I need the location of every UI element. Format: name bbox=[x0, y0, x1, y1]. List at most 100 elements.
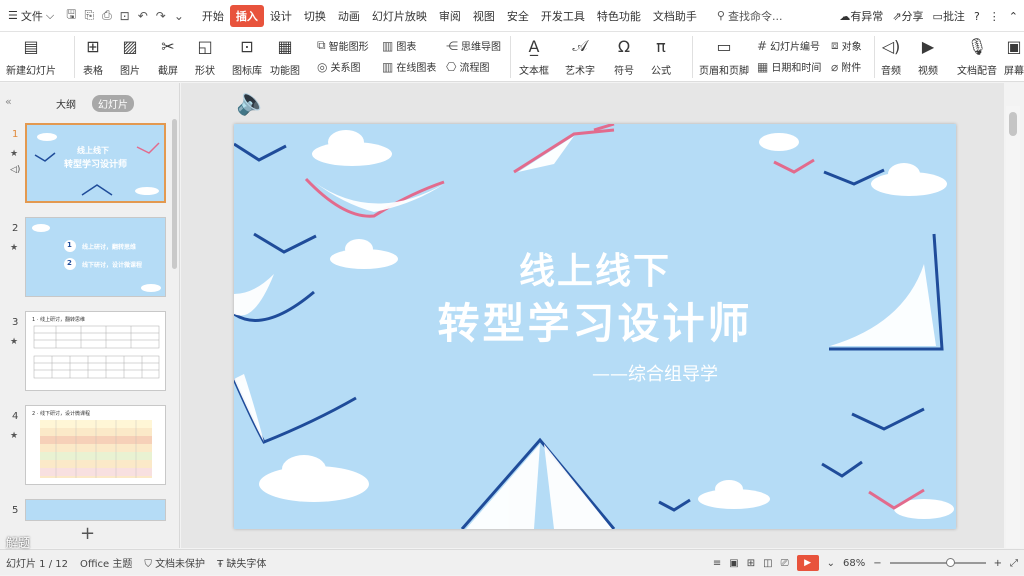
slide-thumbnail-3[interactable]: 1 · 线上研讨，翻转思维 bbox=[25, 311, 166, 391]
voiceover-button[interactable]: 🎙 文档配音 bbox=[957, 36, 997, 78]
slide-title-line2[interactable]: 转型学习设计师 bbox=[234, 290, 956, 351]
slides-panel: « 大纲 幻灯片 1 ★ ◁) 线上线下 转型学习设计师 2 ★ 1 2 线上研… bbox=[0, 83, 180, 548]
audio-button[interactable]: ◁) 音频 bbox=[880, 36, 902, 78]
slide-sorter-icon[interactable]: ⊞ bbox=[747, 558, 755, 569]
tab-slideshow[interactable]: 幻灯片放映 bbox=[366, 5, 433, 27]
zoom-value[interactable]: 68% bbox=[843, 558, 865, 569]
flowchart-button[interactable]: ⎔ 流程图 bbox=[446, 59, 489, 75]
chart-button[interactable]: ▥ 图表 bbox=[382, 38, 416, 54]
new-slide-button[interactable]: ▤ 新建幻灯片 bbox=[6, 36, 56, 78]
abnormal-button[interactable]: ☁有异常 bbox=[839, 8, 883, 24]
function-chart-button[interactable]: ▦ 功能图 bbox=[270, 36, 300, 78]
tab-doc-assistant[interactable]: 文档助手 bbox=[647, 5, 703, 27]
new-slide-icon: ▤ bbox=[23, 36, 39, 56]
export-pdf-icon[interactable]: ⎘ bbox=[84, 8, 94, 23]
watermark-text: 解题 bbox=[6, 536, 31, 550]
fit-window-icon[interactable]: ⤢ bbox=[1010, 558, 1018, 569]
tab-animation[interactable]: 动画 bbox=[332, 5, 366, 27]
screenshot-button[interactable]: ✂ 截屏 bbox=[157, 36, 179, 78]
tab-security[interactable]: 安全 bbox=[501, 5, 535, 27]
redo-icon[interactable]: ↷ bbox=[156, 9, 166, 23]
preview-icon[interactable]: ⊡ bbox=[120, 9, 130, 23]
shape-button[interactable]: ◱ 形状 bbox=[194, 36, 216, 78]
icon-library-button[interactable]: ⊡ 图标库 bbox=[232, 36, 262, 78]
comment-button[interactable]: ▭批注 bbox=[933, 8, 965, 24]
tab-features[interactable]: 特色功能 bbox=[591, 5, 647, 27]
calendar-icon: ▦ bbox=[757, 59, 769, 74]
attachment-button[interactable]: ⌀ 附件 bbox=[831, 59, 861, 75]
table-button[interactable]: ⊞ 表格 bbox=[82, 36, 104, 78]
textbox-button[interactable]: A̲ 文本框 bbox=[519, 36, 549, 78]
slide-thumbnail-1[interactable]: 线上线下 转型学习设计师 bbox=[25, 123, 166, 203]
share-button[interactable]: ⇗分享 bbox=[892, 8, 923, 24]
paperclip-icon: ⌀ bbox=[831, 59, 839, 74]
thumbnail-table bbox=[33, 325, 160, 379]
canvas-scrollbar[interactable] bbox=[1006, 106, 1020, 548]
slide-number-button[interactable]: # 幻灯片编号 bbox=[757, 38, 820, 54]
collapse-ribbon-icon[interactable]: ⌃ bbox=[1009, 10, 1018, 23]
tab-insert[interactable]: 插入 bbox=[229, 4, 264, 27]
play-slideshow-button[interactable]: ▶ bbox=[796, 555, 819, 571]
relation-label: 关系图 bbox=[330, 63, 361, 74]
thumb-item-1: 线上研讨，翻转思维 bbox=[82, 244, 137, 251]
slide-subtitle[interactable]: ——综合组导学 bbox=[592, 360, 718, 386]
tab-transition[interactable]: 切换 bbox=[298, 5, 332, 27]
omega-icon: Ω bbox=[617, 36, 631, 56]
help-icon[interactable]: ? bbox=[974, 10, 980, 23]
tab-home[interactable]: 开始 bbox=[196, 5, 230, 27]
picture-button[interactable]: ▨ 图片 bbox=[119, 36, 141, 78]
missing-font[interactable]: Ŧ 缺失字体 bbox=[217, 555, 266, 570]
screen-record-button[interactable]: ▣ 屏幕 bbox=[1003, 36, 1024, 78]
current-slide[interactable]: 线上线下 转型学习设计师 ——综合组导学 bbox=[234, 124, 956, 529]
presenter-view-icon[interactable]: ⎚ bbox=[781, 558, 789, 569]
zoom-out-icon[interactable]: − bbox=[873, 558, 881, 569]
slide-title-line1[interactable]: 线上线下 bbox=[234, 242, 956, 294]
more-icon[interactable]: ⋮ bbox=[989, 10, 1000, 23]
video-button[interactable]: ▶ 视频 bbox=[917, 36, 939, 78]
doc-status[interactable]: ⛉ 文档未保护 bbox=[144, 555, 205, 570]
slide-number: 5 bbox=[12, 505, 19, 516]
zoom-slider[interactable] bbox=[889, 558, 986, 567]
slide-thumbnail-2[interactable]: 1 2 线上研讨，翻转思维 线下研讨，设计微课程 bbox=[25, 217, 166, 297]
audio-label: 音频 bbox=[881, 66, 901, 77]
slide-thumbnail-4[interactable]: 2 · 线下研讨，设计微课程 bbox=[25, 405, 166, 485]
thumbnail-table bbox=[40, 420, 152, 478]
divider bbox=[874, 36, 875, 78]
tab-review[interactable]: 审阅 bbox=[433, 5, 467, 27]
formula-button[interactable]: π 公式 bbox=[650, 36, 672, 78]
tab-view[interactable]: 视图 bbox=[467, 5, 501, 27]
tab-design[interactable]: 设计 bbox=[264, 5, 298, 27]
tab-outline[interactable]: 大纲 bbox=[50, 95, 82, 112]
add-slide-icon[interactable]: + bbox=[80, 523, 95, 544]
undo-icon[interactable]: ↶ bbox=[138, 9, 148, 23]
command-search[interactable]: ⚲ 查找命令... bbox=[717, 8, 783, 24]
customize-icon[interactable]: ⌄ bbox=[174, 9, 184, 23]
reading-view-icon[interactable]: ◫ bbox=[763, 558, 772, 569]
zoom-slider-knob[interactable] bbox=[945, 558, 955, 567]
audio-speaker-icon[interactable]: 🔈 bbox=[236, 87, 268, 117]
play-options-icon[interactable]: ⌄ bbox=[827, 558, 835, 569]
datetime-button[interactable]: ▦ 日期和时间 bbox=[757, 59, 821, 75]
file-menu[interactable]: ☰ 文件 ⌵ bbox=[0, 0, 60, 32]
scrollbar-thumb[interactable] bbox=[1009, 112, 1017, 136]
collapse-panel-icon[interactable]: « bbox=[5, 95, 12, 108]
mindmap-button[interactable]: ⋲ 思维导图 bbox=[446, 38, 501, 54]
function-chart-label: 功能图 bbox=[270, 66, 300, 77]
symbol-button[interactable]: Ω 符号 bbox=[613, 36, 635, 78]
zoom-in-icon[interactable]: + bbox=[994, 558, 1002, 569]
print-icon[interactable]: ⎙ bbox=[102, 8, 112, 23]
smart-shape-button[interactable]: ⧉ 智能图形 bbox=[317, 38, 369, 53]
status-bar: 幻灯片 1 / 12 Office 主题 ⛉ 文档未保护 Ŧ 缺失字体 ≡ ▣ … bbox=[0, 549, 1024, 575]
online-chart-button[interactable]: ▥ 在线图表 bbox=[382, 59, 436, 75]
notes-toggle-icon[interactable]: ≡ bbox=[713, 558, 721, 569]
tab-slides[interactable]: 幻灯片 bbox=[92, 95, 134, 112]
art-text-button[interactable]: 𝒜 艺术字 bbox=[565, 36, 595, 77]
object-button[interactable]: ⧈ 对象 bbox=[831, 38, 862, 53]
slide-thumbnail-5[interactable] bbox=[25, 499, 166, 521]
normal-view-icon[interactable]: ▣ bbox=[729, 558, 738, 569]
panel-scrollbar[interactable] bbox=[172, 119, 177, 269]
header-footer-button[interactable]: ▭ 页眉和页脚 bbox=[699, 36, 749, 78]
save-icon[interactable]: 🖫 bbox=[66, 5, 76, 26]
relation-chart-button[interactable]: ◎ 关系图 bbox=[317, 59, 361, 75]
tab-developer[interactable]: 开发工具 bbox=[535, 5, 591, 27]
